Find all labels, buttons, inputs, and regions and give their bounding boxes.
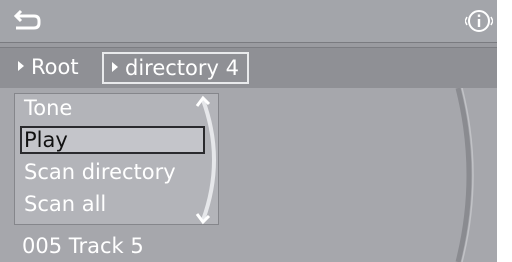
menu-item-scan-all[interactable]: Scan all — [15, 190, 212, 218]
breadcrumb-item-directory[interactable]: directory 4 — [102, 52, 249, 84]
options-menu: Tone Play Scan directory Scan all — [14, 93, 219, 225]
triangle-right-icon — [18, 61, 24, 71]
title-bar — [0, 0, 497, 43]
menu-item-play[interactable]: Play — [20, 126, 205, 154]
controller-arc — [455, 88, 474, 262]
menu-item-tone[interactable]: Tone — [15, 94, 212, 122]
menu-item-scan-directory[interactable]: Scan directory — [15, 158, 212, 186]
breadcrumb-item-root[interactable]: Root — [18, 52, 79, 82]
breadcrumb-label: directory 4 — [125, 56, 239, 80]
scroll-arc[interactable] — [191, 92, 231, 228]
content-area: Tone Play Scan directory Scan all 005 Tr… — [0, 88, 497, 262]
back-arrow-icon[interactable] — [12, 9, 42, 33]
current-track: 005 Track 5 — [22, 234, 144, 258]
triangle-right-icon — [112, 62, 118, 72]
screen: Root directory 4 Tone Play Scan director… — [0, 0, 497, 262]
info-circle-icon[interactable] — [465, 9, 493, 33]
breadcrumb-label: Root — [31, 55, 79, 79]
breadcrumb: Root directory 4 — [0, 47, 497, 89]
